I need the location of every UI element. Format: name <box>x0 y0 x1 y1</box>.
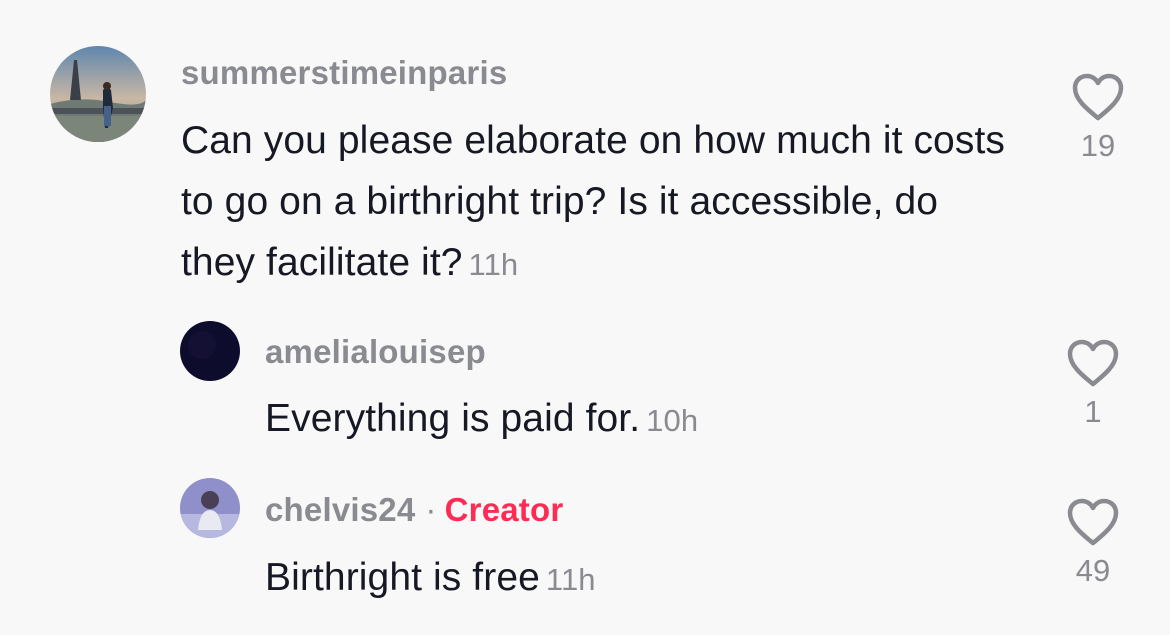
avatar[interactable] <box>180 321 240 381</box>
avatar[interactable] <box>180 478 240 538</box>
comment-text: Everything is paid for. 10h <box>265 388 1025 451</box>
like-button[interactable]: 1 <box>1063 338 1123 430</box>
comment-text: Can you please elaborate on how much it … <box>181 110 1021 295</box>
comment-username-row: chelvis24 · Creator <box>265 491 563 529</box>
avatar[interactable] <box>50 46 146 142</box>
comment-body: Birthright is free <box>265 556 540 599</box>
comment-username[interactable]: amelialouisep <box>265 333 486 371</box>
comment-username[interactable]: chelvis24 <box>265 491 415 528</box>
comment-username[interactable]: summerstimeinparis <box>181 54 507 92</box>
comment-body: Can you please elaborate on how much it … <box>181 119 1005 284</box>
heart-outline-icon[interactable] <box>1071 72 1125 122</box>
comment-timestamp: 11h <box>468 247 519 282</box>
like-count: 49 <box>1075 553 1111 588</box>
comment-timestamp: 10h <box>646 403 699 438</box>
heart-outline-icon[interactable] <box>1066 497 1120 547</box>
heart-outline-icon[interactable] <box>1066 338 1120 388</box>
like-count: 1 <box>1084 394 1102 429</box>
creator-badge: Creator <box>444 491 564 528</box>
separator-dot: · <box>425 491 437 528</box>
like-count: 19 <box>1080 128 1116 163</box>
comment-body: Everything is paid for. <box>265 397 641 440</box>
like-button[interactable]: 49 <box>1063 497 1123 589</box>
like-button[interactable]: 19 <box>1068 72 1128 164</box>
comment-text: Birthright is free 11h <box>265 547 1025 610</box>
comment-timestamp: 11h <box>545 562 596 597</box>
